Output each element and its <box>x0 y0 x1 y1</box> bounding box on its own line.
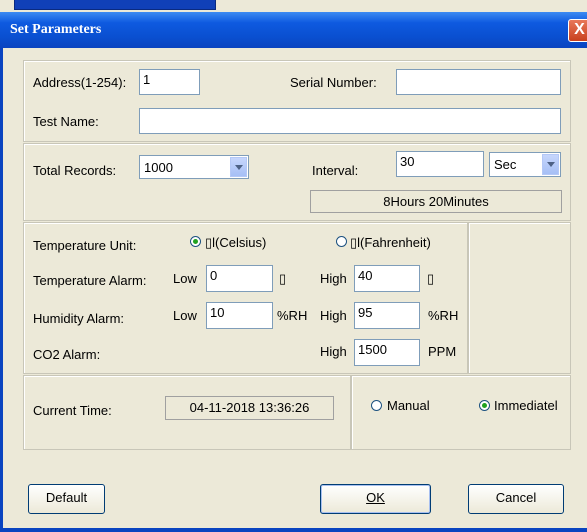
test-name-label: Test Name: <box>33 114 99 129</box>
title-bar[interactable]: Set Parameters <box>0 12 587 48</box>
interval-unit-select[interactable]: Sec <box>489 152 561 177</box>
chevron-down-icon[interactable] <box>230 157 247 177</box>
serial-number-label: Serial Number: <box>290 75 377 90</box>
test-name-field[interactable] <box>139 108 561 134</box>
temp-high-label: High <box>320 271 347 286</box>
window-frame-left <box>0 48 3 532</box>
immediately-label[interactable]: Immediatel <box>494 398 558 413</box>
background-window-edge <box>14 0 216 10</box>
ok-button[interactable]: OK <box>320 484 431 514</box>
temp-low-label: Low <box>173 271 197 286</box>
celsius-label[interactable]: ▯l(Celsius) <box>205 235 266 251</box>
interval-field[interactable]: 30 <box>396 151 484 177</box>
close-icon: X <box>574 21 585 38</box>
hum-high-label: High <box>320 308 347 323</box>
close-button[interactable]: X <box>568 19 587 42</box>
manual-radio[interactable] <box>371 400 382 411</box>
celsius-radio[interactable] <box>190 236 201 247</box>
hum-low-label: Low <box>173 308 197 323</box>
co2-high-field[interactable]: 1500 <box>354 339 420 366</box>
chevron-down-icon[interactable] <box>542 154 559 175</box>
manual-label[interactable]: Manual <box>387 398 430 413</box>
cancel-button-label: Cancel <box>495 490 537 505</box>
ok-button-label: OK <box>366 490 385 505</box>
temperature-alarm-label: Temperature Alarm: <box>33 273 147 288</box>
temperature-unit-label: Temperature Unit: <box>33 238 137 253</box>
co2-unit: PPM <box>428 344 457 359</box>
hum-low-unit: %RH <box>277 308 308 323</box>
temp-high-field[interactable]: 40 <box>354 265 420 292</box>
co2-alarm-label: CO2 Alarm: <box>33 347 101 362</box>
address-field[interactable]: 1 <box>139 69 200 95</box>
serial-number-field[interactable] <box>396 69 561 95</box>
side-panel <box>468 222 571 374</box>
current-time-label: Current Time: <box>33 403 112 418</box>
cancel-button[interactable]: Cancel <box>468 484 564 514</box>
fahrenheit-label[interactable]: ▯l(Fahrenheit) <box>350 235 431 251</box>
window-frame-bottom <box>0 528 587 532</box>
total-records-value: 1000 <box>144 160 173 175</box>
window-title: Set Parameters <box>10 22 102 37</box>
current-time-display: 04-11-2018 13:36:26 <box>165 396 334 420</box>
address-label: Address(1-254): <box>33 75 127 90</box>
temp-low-unit: ▯ <box>279 271 287 286</box>
humidity-alarm-label: Humidity Alarm: <box>33 311 125 326</box>
interval-label: Interval: <box>312 163 359 178</box>
hum-low-field[interactable]: 10 <box>206 302 273 329</box>
hum-high-unit: %RH <box>428 308 459 323</box>
top-strip <box>0 0 587 12</box>
hum-high-field[interactable]: 95 <box>354 302 420 329</box>
interval-unit-value: Sec <box>494 157 517 172</box>
fahrenheit-radio[interactable] <box>336 236 347 247</box>
total-records-select[interactable]: 1000 <box>139 155 249 179</box>
immediately-radio[interactable] <box>479 400 490 411</box>
co2-high-label: High <box>320 344 347 359</box>
default-button[interactable]: Default <box>28 484 105 514</box>
temp-low-field[interactable]: 0 <box>206 265 273 292</box>
total-records-label: Total Records: <box>33 163 117 178</box>
temp-high-unit: ▯ <box>427 271 435 286</box>
duration-display: 8Hours 20Minutes <box>310 190 562 213</box>
